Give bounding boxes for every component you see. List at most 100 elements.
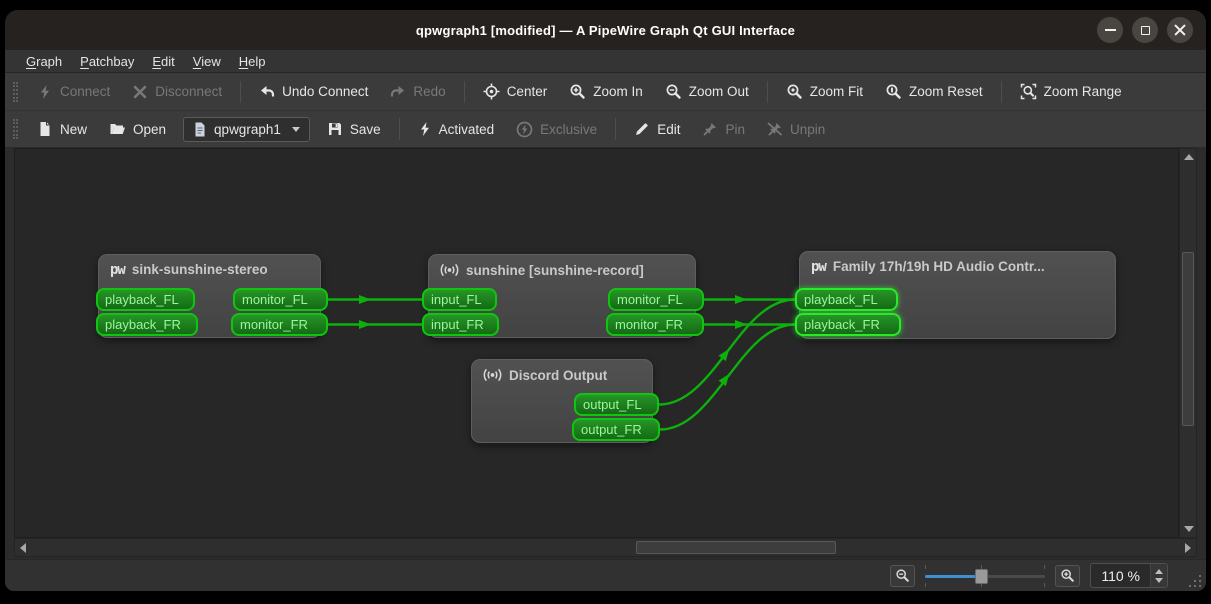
- vertical-scrollbar[interactable]: [1179, 148, 1197, 538]
- window-resize-grip[interactable]: [1189, 575, 1201, 587]
- statusbar: 110 %: [5, 559, 1206, 591]
- horizontal-scrollbar[interactable]: [14, 538, 1197, 557]
- port-family-playback-fl[interactable]: playback_FL: [795, 288, 898, 311]
- scroll-down-arrow[interactable]: [1184, 526, 1194, 532]
- disconnect-icon: [132, 84, 148, 100]
- exclusive-toggle[interactable]: Exclusive: [507, 116, 606, 143]
- connect-icon: [37, 84, 53, 100]
- unpin-button[interactable]: Unpin: [758, 116, 834, 142]
- port-sink-monitor-fr[interactable]: monitor_FR: [231, 313, 328, 336]
- stream-icon: [440, 262, 459, 278]
- statusbar-zoom-in-button[interactable]: [1055, 565, 1080, 587]
- minimize-icon: [1105, 29, 1116, 31]
- open-button[interactable]: Open: [100, 116, 175, 142]
- slider-tick: [1044, 565, 1045, 569]
- edit-button[interactable]: Edit: [625, 116, 689, 142]
- node-title: sink-sunshine-stereo: [132, 262, 268, 277]
- scroll-right-arrow[interactable]: [1185, 543, 1191, 553]
- scroll-up-arrow[interactable]: [1184, 154, 1194, 160]
- menu-patchbay[interactable]: Patchbay: [71, 52, 143, 71]
- graph-toolbar: Connect Disconnect Undo Connect Redo Cen…: [5, 73, 1206, 111]
- toolbar-drag-handle[interactable]: [13, 82, 18, 102]
- close-icon: [1174, 24, 1186, 36]
- redo-button[interactable]: Redo: [381, 79, 454, 105]
- zoom-out-button[interactable]: Zoom Out: [656, 78, 758, 105]
- pipewire-icon: pw: [110, 263, 125, 277]
- connect-button[interactable]: Connect: [28, 79, 119, 105]
- redo-icon: [390, 84, 406, 100]
- maximize-button[interactable]: [1132, 17, 1158, 43]
- toolbar-separator: [615, 118, 616, 140]
- save-icon: [327, 121, 343, 137]
- undo-connect-button[interactable]: Undo Connect: [250, 79, 377, 105]
- port-sunshine-monitor-fr[interactable]: monitor_FR: [606, 313, 704, 336]
- zoom-out-icon: [665, 83, 682, 100]
- menubar: Graph Patchbay Edit View Help: [5, 50, 1206, 73]
- disconnect-button[interactable]: Disconnect: [123, 79, 231, 105]
- stream-icon: [483, 367, 502, 383]
- window-title: qpwgraph1 [modified] — A PipeWire Graph …: [416, 23, 795, 38]
- app-window: qpwgraph1 [modified] — A PipeWire Graph …: [5, 10, 1206, 591]
- port-sunshine-input-fl[interactable]: input_FL: [422, 288, 497, 311]
- activated-bolt-icon: [418, 121, 432, 137]
- chevron-down-icon: [292, 127, 300, 132]
- center-icon: [483, 83, 500, 100]
- graph-area: pw sink-sunshine-stereo sunshine [sunshi…: [5, 148, 1206, 559]
- port-discord-output-fl[interactable]: output_FL: [574, 393, 659, 416]
- port-family-playback-fr[interactable]: playback_FR: [795, 313, 901, 336]
- port-sunshine-input-fr[interactable]: input_FR: [422, 313, 499, 336]
- unpin-icon: [767, 121, 783, 137]
- activated-toggle[interactable]: Activated: [409, 116, 504, 142]
- node-title: sunshine [sunshine-record]: [466, 263, 644, 278]
- toolbar-drag-handle[interactable]: [13, 119, 18, 139]
- port-sink-playback-fl[interactable]: playback_FL: [96, 288, 195, 311]
- zoom-in-icon: [569, 83, 586, 100]
- patchbay-file-icon: [193, 122, 207, 137]
- zoom-slider[interactable]: [925, 565, 1045, 587]
- graph-canvas[interactable]: pw sink-sunshine-stereo sunshine [sunshi…: [14, 148, 1179, 538]
- port-sink-playback-fr[interactable]: playback_FR: [96, 313, 198, 336]
- toolbar-separator: [464, 81, 465, 103]
- zoom-range-button[interactable]: Zoom Range: [1011, 78, 1131, 105]
- spin-up-icon[interactable]: [1155, 569, 1163, 574]
- statusbar-zoom-out-button[interactable]: [890, 565, 915, 587]
- open-folder-icon: [109, 121, 126, 137]
- window-controls: [1097, 17, 1193, 43]
- minimize-button[interactable]: [1097, 17, 1123, 43]
- undo-icon: [259, 84, 275, 100]
- node-title: Discord Output: [509, 368, 607, 383]
- zoom-spin-buttons[interactable]: [1150, 564, 1167, 587]
- patchbay-profile-combobox[interactable]: qpwgraph1: [183, 117, 310, 142]
- port-sunshine-monitor-fl[interactable]: monitor_FL: [608, 288, 704, 311]
- new-button[interactable]: New: [28, 116, 96, 142]
- zoom-slider-fill: [925, 575, 978, 578]
- horizontal-scrollbar-thumb[interactable]: [636, 541, 836, 554]
- toolbar-separator: [1001, 81, 1002, 103]
- toolbar-separator: [240, 81, 241, 103]
- slider-tick: [925, 565, 926, 569]
- zoom-fit-button[interactable]: Zoom Fit: [777, 78, 872, 105]
- menu-view[interactable]: View: [184, 52, 230, 71]
- menu-graph[interactable]: Graph: [17, 52, 71, 71]
- connections-layer: [15, 149, 1178, 537]
- edit-pencil-icon: [634, 121, 650, 137]
- center-button[interactable]: Center: [474, 78, 557, 105]
- spin-down-icon[interactable]: [1155, 578, 1163, 583]
- menu-help[interactable]: Help: [230, 52, 275, 71]
- slider-tick: [925, 583, 926, 587]
- menu-edit[interactable]: Edit: [143, 52, 183, 71]
- zoom-reset-button[interactable]: Zoom Reset: [876, 78, 992, 105]
- pipewire-icon: pw: [811, 260, 826, 274]
- titlebar[interactable]: qpwgraph1 [modified] — A PipeWire Graph …: [5, 10, 1206, 50]
- scroll-left-arrow[interactable]: [20, 543, 26, 553]
- pin-button[interactable]: Pin: [693, 116, 754, 142]
- zoom-value: 110 %: [1091, 564, 1150, 587]
- zoom-slider-handle[interactable]: [975, 569, 988, 584]
- zoom-in-button[interactable]: Zoom In: [560, 78, 652, 105]
- zoom-spinbox[interactable]: 110 %: [1090, 563, 1168, 588]
- port-sink-monitor-fl[interactable]: monitor_FL: [233, 288, 328, 311]
- vertical-scrollbar-thumb[interactable]: [1182, 252, 1194, 426]
- save-button[interactable]: Save: [318, 116, 390, 142]
- close-button[interactable]: [1167, 17, 1193, 43]
- port-discord-output-fr[interactable]: output_FR: [572, 418, 660, 441]
